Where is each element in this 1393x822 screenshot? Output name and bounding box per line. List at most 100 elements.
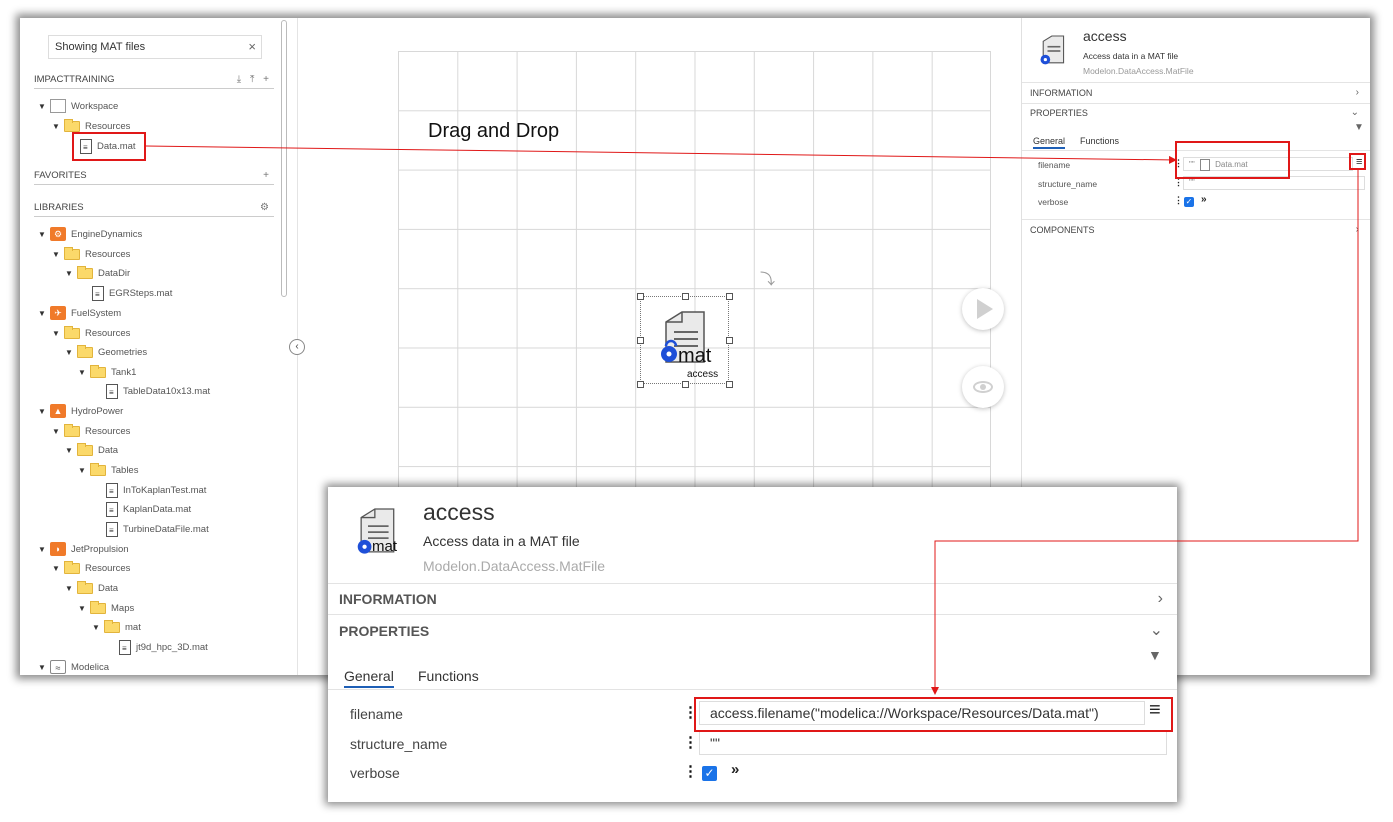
tree-label: EngineDynamics <box>71 228 143 240</box>
run-button[interactable] <box>962 288 1004 330</box>
tree-item-intokaplantest[interactable]: InToKaplanTest.mat <box>106 481 206 499</box>
expand-icon[interactable]: ▼ <box>38 102 50 111</box>
tree-item-resources[interactable]: ▼ Resources <box>52 324 130 342</box>
tree-item-resources[interactable]: ▼ Resources <box>52 422 130 440</box>
filter-icon[interactable]: ▼ <box>1354 122 1364 133</box>
tree-item-tables[interactable]: ▼ Tables <box>78 461 138 479</box>
more-icon[interactable]: ⋮ <box>683 762 698 780</box>
section-components[interactable]: COMPONENTS › <box>1030 220 1363 240</box>
tree-label: Resources <box>85 248 131 260</box>
tree-item-jetpropulsion[interactable]: ▼ ◗ JetPropulsion <box>38 540 129 558</box>
tree-label: Geometries <box>98 346 148 358</box>
gear-icon[interactable]: ⚙ <box>260 202 272 213</box>
tree-item-turbinedatafile[interactable]: TurbineDataFile.mat <box>106 520 209 538</box>
expand-icon[interactable]: ▼ <box>38 309 50 318</box>
expand-icon[interactable]: ▼ <box>38 663 50 672</box>
expand-icon[interactable]: ▼ <box>65 269 77 278</box>
expand-icon[interactable]: ▼ <box>52 564 64 573</box>
verbose-checkbox[interactable]: ✓ <box>702 766 717 781</box>
expand-icon[interactable]: ▼ <box>78 368 90 377</box>
folder-icon <box>90 462 106 476</box>
expand-icon[interactable]: ▼ <box>38 230 50 239</box>
tab-general[interactable]: General <box>344 668 394 688</box>
section-information[interactable]: INFORMATION › <box>1030 83 1363 103</box>
expand-icon[interactable]: ▼ <box>65 584 77 593</box>
resize-handle[interactable] <box>637 337 644 344</box>
tree-item-mat[interactable]: ▼ mat <box>92 618 141 636</box>
expand-icon[interactable]: ▼ <box>65 348 77 357</box>
tree-label: Workspace <box>71 100 119 112</box>
expand-icon[interactable]: ▼ <box>78 604 90 613</box>
tree-item-fuelsystem[interactable]: ▼ ✈ FuelSystem <box>38 304 121 322</box>
chevron-double-right-icon[interactable]: » <box>1201 194 1207 205</box>
scrollbar-thumb[interactable] <box>281 20 287 297</box>
chevron-double-right-icon[interactable]: » <box>731 761 739 778</box>
clear-icon[interactable]: × <box>248 39 256 54</box>
section-actions[interactable]: ⤓ ⤒ + <box>237 74 272 85</box>
tree-item-resources[interactable]: ▼ Resources <box>52 559 130 577</box>
tree-item-workspace[interactable]: ▼ Workspace <box>38 97 118 115</box>
tree-item-tank1[interactable]: ▼ Tank1 <box>78 363 136 381</box>
tab-general[interactable]: General <box>1033 136 1066 149</box>
verbose-checkbox[interactable]: ✓ <box>1184 197 1194 207</box>
folder-icon <box>90 364 106 378</box>
tree-item-datadir[interactable]: ▼ DataDir <box>65 264 130 282</box>
folder-icon <box>77 265 93 279</box>
tree-item-tabledata[interactable]: TableData10x13.mat <box>106 382 210 400</box>
tree-item-hydropower[interactable]: ▼ ▲ HydroPower <box>38 402 123 420</box>
divider <box>328 689 1177 690</box>
tree-item-kaplandata[interactable]: KaplanData.mat <box>106 500 191 518</box>
tab-functions[interactable]: Functions <box>1080 136 1119 146</box>
resize-handle[interactable] <box>637 293 644 300</box>
tree-item-maps[interactable]: ▼ Maps <box>78 599 134 617</box>
more-icon[interactable]: ⋮ <box>1174 195 1183 206</box>
resize-handle[interactable] <box>682 381 689 388</box>
tree-item-geometries[interactable]: ▼ Geometries <box>65 343 147 361</box>
resize-handle[interactable] <box>682 293 689 300</box>
library-icon: ✈ <box>50 306 66 320</box>
chevron-right-icon: › <box>1355 224 1359 235</box>
zoomed-properties-inset: mat access Access data in a MAT file Mod… <box>328 487 1177 802</box>
structure-name-field[interactable]: "" <box>699 731 1167 755</box>
search-input[interactable]: Showing MAT files × <box>48 35 262 59</box>
expand-icon[interactable]: ▼ <box>78 466 90 475</box>
view-button[interactable] <box>962 366 1004 408</box>
file-icon <box>106 383 118 399</box>
tree-item-egrsteps[interactable]: EGRSteps.mat <box>92 284 172 302</box>
tree-item-modelica[interactable]: ▼ ≈ Modelica <box>38 658 109 675</box>
expand-icon[interactable]: ▼ <box>92 623 104 632</box>
expand-icon[interactable]: ▼ <box>52 122 64 131</box>
add-favorite-button[interactable]: + <box>263 170 272 181</box>
section-information[interactable]: INFORMATION › <box>339 584 1169 614</box>
resize-handle[interactable] <box>726 293 733 300</box>
expand-icon[interactable]: ▼ <box>38 407 50 416</box>
resize-handle[interactable] <box>726 381 733 388</box>
canvas-grid <box>398 51 991 491</box>
expand-icon[interactable]: ▼ <box>38 545 50 554</box>
filter-icon[interactable]: ▼ <box>1148 647 1162 663</box>
expand-icon[interactable]: ▼ <box>52 427 64 436</box>
section-properties[interactable]: PROPERTIES ⌄ <box>339 616 1169 646</box>
collapse-panel-button[interactable]: ‹ <box>289 339 305 355</box>
resize-handle[interactable] <box>637 381 644 388</box>
folder-icon <box>64 325 80 339</box>
panel-description: Access data in a MAT file <box>1083 51 1179 61</box>
tab-functions[interactable]: Functions <box>418 668 479 684</box>
tree-item-resources[interactable]: ▼ Resources <box>52 245 130 263</box>
expand-icon[interactable]: ▼ <box>65 446 77 455</box>
tree-item-data[interactable]: ▼ Data <box>65 579 118 597</box>
more-icon[interactable]: ⋮ <box>683 733 698 751</box>
tree-item-enginedynamics[interactable]: ▼ ⚙ EngineDynamics <box>38 225 142 243</box>
tree-label: jt9d_hpc_3D.mat <box>136 641 208 653</box>
library-browser: Showing MAT files × IMPACTTRAINING ⤓ ⤒ +… <box>20 18 298 675</box>
tree-item-jt9d[interactable]: jt9d_hpc_3D.mat <box>119 638 208 656</box>
tree-label: Resources <box>85 562 131 574</box>
expand-icon[interactable]: ▼ <box>52 329 64 338</box>
highlight-filename-field <box>1175 141 1290 179</box>
tree-item-data[interactable]: ▼ Data <box>65 441 118 459</box>
rotate-icon[interactable]: ⤵ <box>760 268 775 289</box>
section-properties[interactable]: PROPERTIES ⌄ <box>1030 103 1363 123</box>
expand-icon[interactable]: ▼ <box>52 250 64 259</box>
section-libraries: LIBRARIES ⚙ <box>34 202 274 217</box>
resize-handle[interactable] <box>726 337 733 344</box>
